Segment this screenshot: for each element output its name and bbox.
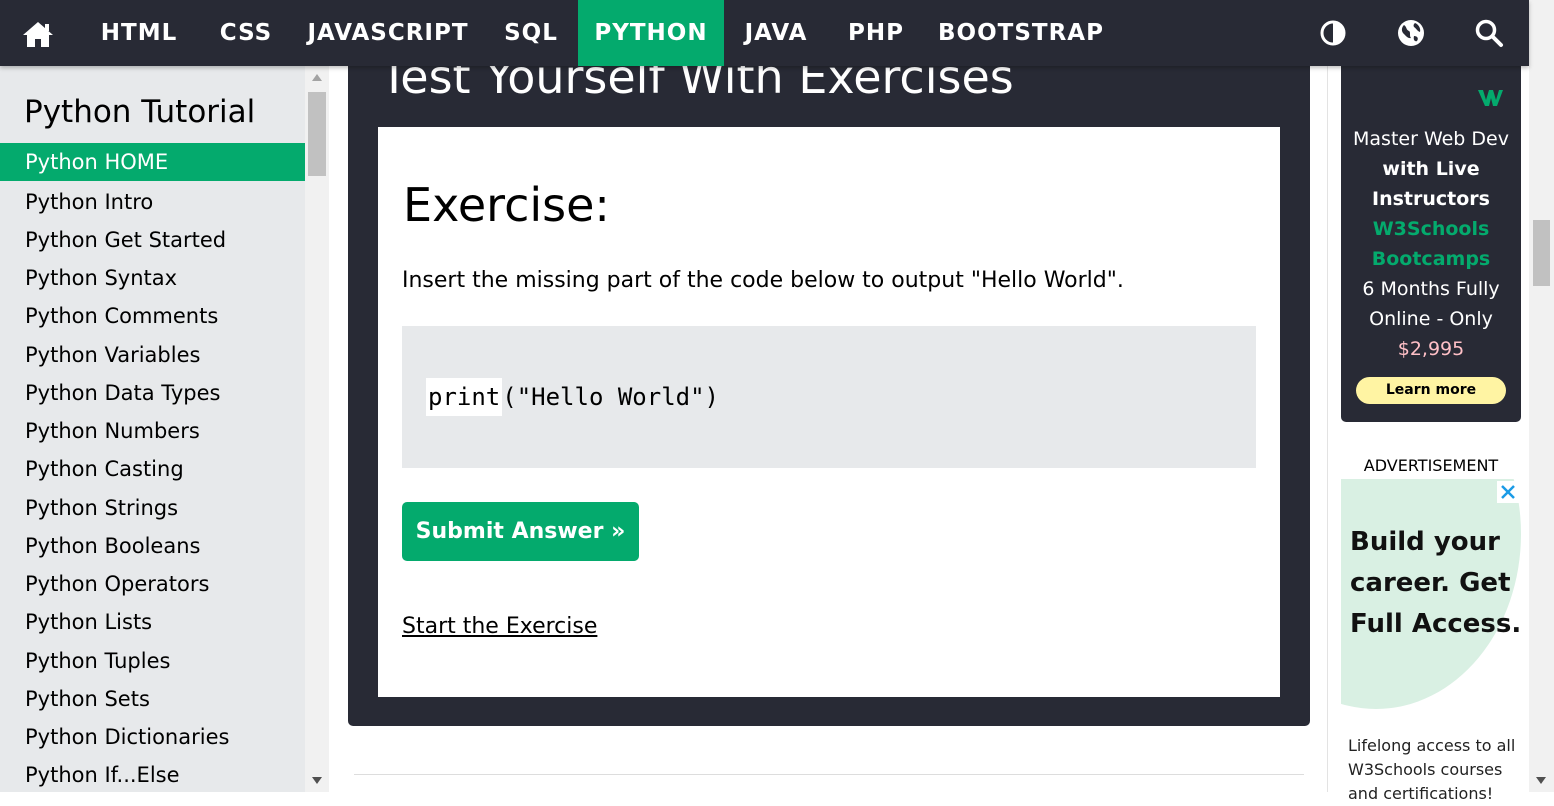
ad-subtext-line: Lifelong access to all [1348, 736, 1516, 755]
sidebar-scrollbar[interactable] [305, 66, 329, 792]
nav-bootstrap[interactable]: BOOTSTRAP [934, 0, 1108, 66]
nav-python[interactable]: PYTHON [578, 0, 724, 66]
sidebar: Python Tutorial Python HOME Python Intro… [0, 66, 305, 792]
sidebar-scroll-thumb[interactable] [308, 92, 326, 176]
nav-php[interactable]: PHP [836, 0, 916, 66]
sidebar-item-python-strings[interactable]: Python Strings [0, 489, 305, 527]
nav-css[interactable]: CSS [206, 0, 286, 66]
sidebar-title: Python Tutorial [24, 94, 256, 130]
scroll-up-arrow-icon[interactable] [312, 74, 322, 81]
page-scrollbar[interactable] [1529, 0, 1554, 792]
top-navbar: HTML CSS JAVASCRIPT SQL PYTHON JAVA PHP … [0, 0, 1529, 66]
sidebar-item-python-sets[interactable]: Python Sets [0, 680, 305, 718]
advertisement-label: ADVERTISEMENT [1363, 456, 1499, 475]
sidebar-item-python-variables[interactable]: Python Variables [0, 336, 305, 374]
sidebar-item-python-home[interactable]: Python HOME [0, 143, 305, 181]
column-divider [1327, 66, 1328, 792]
home-icon[interactable] [22, 20, 54, 48]
bootcamp-ad[interactable] [1341, 66, 1521, 422]
globe-icon[interactable] [1396, 18, 1426, 48]
learn-more-button[interactable]: Learn more [1356, 377, 1506, 404]
contrast-icon[interactable] [1318, 18, 1348, 48]
sidebar-item-python-lists[interactable]: Python Lists [0, 603, 305, 641]
ad-subtext-line: and certifications! [1348, 784, 1494, 803]
sidebar-item-python-intro[interactable]: Python Intro [0, 183, 305, 221]
page-scroll-down-arrow-icon[interactable] [1536, 777, 1546, 784]
ad-line-3: Instructors [1372, 188, 1490, 210]
ad-subtext: Lifelong access to all W3Schools courses… [1348, 734, 1515, 806]
ad-line-2: with Live [1382, 158, 1480, 180]
ad-headline-line: career. Get [1350, 568, 1511, 598]
sidebar-item-python-get-started[interactable]: Python Get Started [0, 221, 305, 259]
sidebar-item-python-data-types[interactable]: Python Data Types [0, 374, 305, 412]
nav-java[interactable]: JAVA [732, 0, 820, 66]
ad-headline-line: Build your [1350, 527, 1500, 557]
ad-line-7: Online - Only [1369, 308, 1493, 330]
nav-javascript[interactable]: JAVASCRIPT [300, 0, 476, 66]
code-snippet: print("Hello World") [426, 378, 719, 416]
start-exercise-link[interactable]: Start the Exercise [402, 614, 597, 639]
sidebar-item-python-dictionaries[interactable]: Python Dictionaries [0, 718, 305, 756]
ad-line-6: 6 Months Fully [1362, 278, 1500, 300]
close-ad-icon[interactable] [1497, 481, 1519, 503]
ad-line-5: Bootcamps [1371, 248, 1491, 270]
code-rest: ("Hello World") [502, 383, 719, 411]
exercise-description: Insert the missing part of the code belo… [402, 268, 1124, 293]
sidebar-item-python-tuples[interactable]: Python Tuples [0, 642, 305, 680]
sidebar-item-python-comments[interactable]: Python Comments [0, 297, 305, 335]
submit-answer-button[interactable]: Submit Answer » [402, 502, 639, 561]
page-scroll-thumb[interactable] [1533, 220, 1550, 286]
sidebar-item-python-booleans[interactable]: Python Booleans [0, 527, 305, 565]
sidebar-item-python-syntax[interactable]: Python Syntax [0, 259, 305, 297]
sidebar-item-python-operators[interactable]: Python Operators [0, 565, 305, 603]
ad-line-4: W3Schools [1372, 218, 1490, 240]
code-answer-input[interactable]: print [426, 378, 503, 416]
nav-html[interactable]: HTML [90, 0, 188, 66]
exercise-heading: Exercise: [403, 178, 610, 232]
scroll-down-arrow-icon[interactable] [312, 777, 322, 784]
w3schools-logo-icon [1478, 90, 1503, 106]
search-icon[interactable] [1474, 18, 1504, 48]
ad-headline: Build your career. Get Full Access. [1350, 522, 1521, 645]
ad-price: $2,995 [1397, 338, 1465, 360]
sidebar-item-python-numbers[interactable]: Python Numbers [0, 412, 305, 450]
nav-sql[interactable]: SQL [492, 0, 570, 66]
divider [354, 774, 1304, 775]
sidebar-item-python-casting[interactable]: Python Casting [0, 450, 305, 488]
ad-subtext-line: W3Schools courses [1348, 760, 1503, 779]
ad-headline-line: Full Access. [1350, 609, 1522, 639]
ad-line-1: Master Web Dev [1353, 128, 1509, 150]
sidebar-item-python-if-else[interactable]: Python If...Else [0, 756, 305, 792]
